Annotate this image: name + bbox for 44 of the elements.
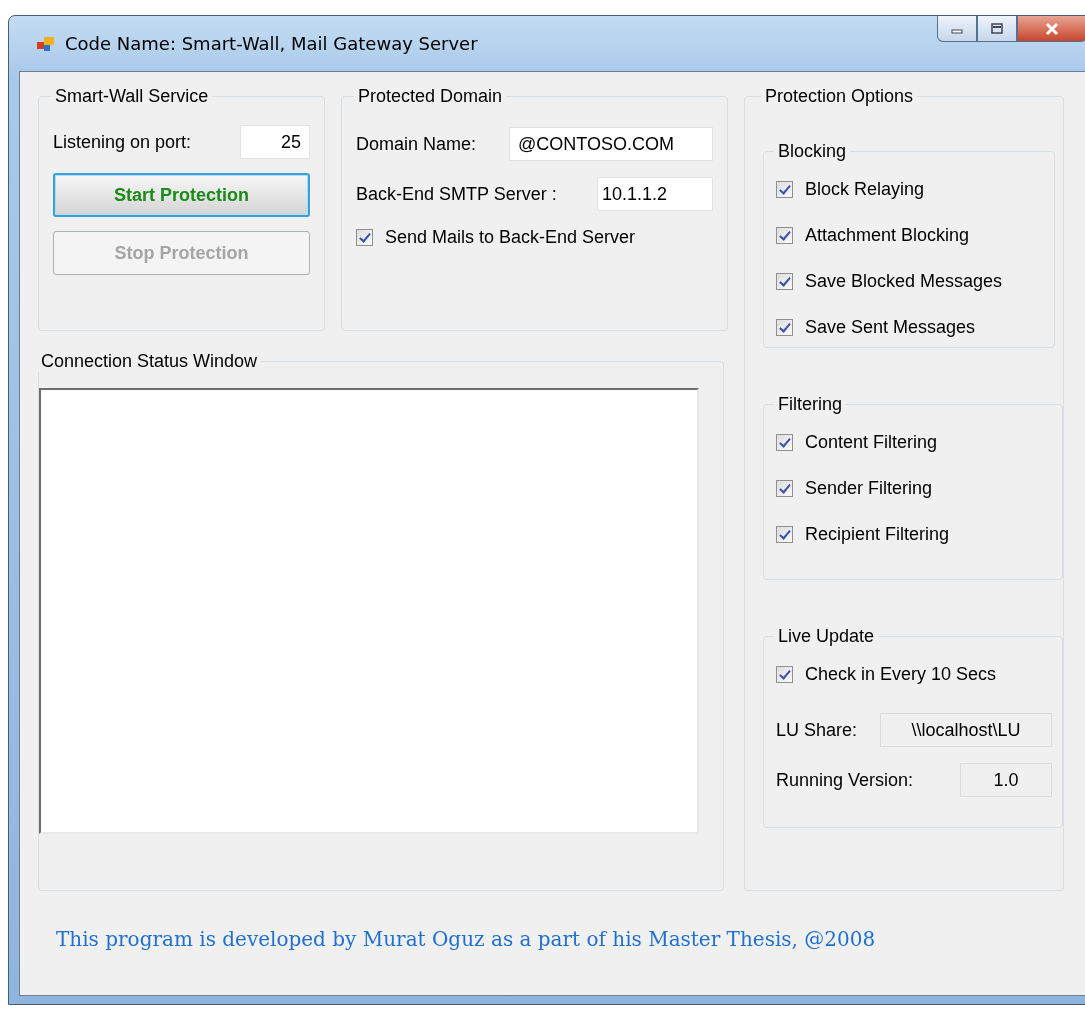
maximize-icon	[990, 22, 1004, 35]
group-title: Protection Options	[764, 86, 915, 107]
group-title: Filtering	[777, 394, 844, 415]
group-title: Blocking	[777, 141, 848, 162]
app-icon	[37, 35, 55, 52]
checkbox-label: Block Relaying	[805, 178, 925, 200]
input-field[interactable]: \\localhost\LU	[880, 713, 1052, 747]
field-label: Running Version:	[776, 769, 914, 791]
checkbox-label: Recipient Filtering	[805, 523, 950, 545]
group-title: Live Update	[777, 626, 876, 647]
maximize-button[interactable]	[977, 16, 1017, 42]
checkbox-label: Save Blocked Messages	[805, 270, 1003, 292]
checkbox-label: Sender Filtering	[805, 477, 933, 499]
checkbox-label: Content Filtering	[805, 431, 938, 453]
input-field[interactable]: @CONTOSO.COM	[509, 127, 713, 161]
input-field[interactable]: 10.1.1.2	[597, 177, 713, 211]
field-label: LU Share:	[776, 719, 858, 741]
checkbox[interactable]	[776, 665, 793, 683]
checkbox[interactable]	[776, 433, 793, 451]
minimize-button[interactable]	[937, 16, 977, 42]
group-title: Smart-Wall Service	[54, 86, 210, 107]
checkbox[interactable]	[776, 272, 793, 290]
checkbox[interactable]	[776, 180, 793, 198]
checkbox[interactable]	[356, 229, 373, 246]
checkbox[interactable]	[776, 226, 793, 244]
input-field[interactable]: 1.0	[960, 763, 1052, 797]
window-title: Code Name: Smart-Wall, Mail Gateway Server	[65, 33, 478, 54]
field-label: Back-End SMTP Server :	[356, 183, 557, 205]
checkbox-label: Save Sent Messages	[805, 316, 976, 338]
credit-text: This program is developed by Murat Oguz as a part of his Master Thesis, @2008	[55, 927, 877, 951]
checkbox[interactable]	[776, 479, 793, 497]
close-button[interactable]	[1017, 16, 1085, 42]
checkbox-label: Send Mails to Back-End Server	[385, 227, 636, 248]
field-label: Listening on port:	[53, 131, 192, 153]
checkbox[interactable]	[776, 525, 793, 543]
checkbox-label: Check in Every 10 Secs	[805, 663, 997, 685]
port-field[interactable]: 25	[240, 125, 310, 159]
field-label: Domain Name:	[356, 133, 477, 155]
group-title: Protected Domain	[357, 86, 504, 107]
start-button[interactable]: Start Protection	[53, 173, 310, 217]
close-icon	[1044, 21, 1060, 36]
group-title: Connection Status Window	[40, 351, 259, 372]
checkbox-label: Attachment Blocking	[805, 224, 970, 246]
checkbox[interactable]	[776, 318, 793, 336]
